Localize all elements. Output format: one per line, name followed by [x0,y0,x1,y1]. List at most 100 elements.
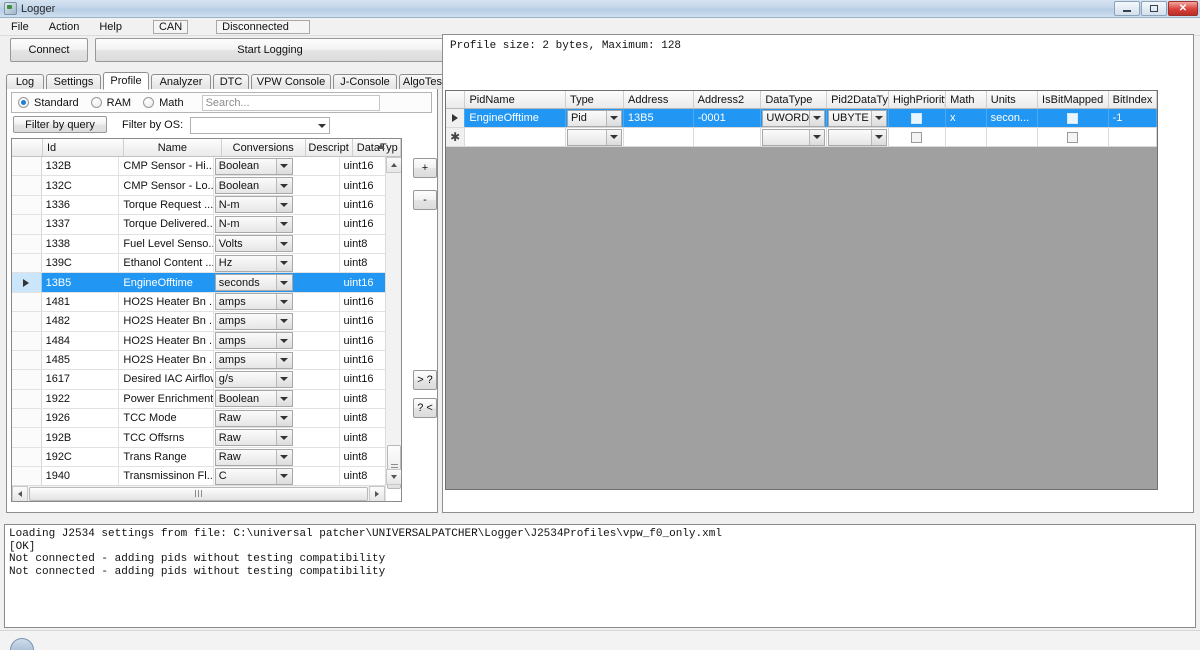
row-selector[interactable] [12,273,42,292]
conversion-combo[interactable]: Boolean [214,177,293,195]
conversion-combo[interactable]: amps [214,312,293,330]
tab-settings[interactable]: Settings [46,74,101,89]
conversion-combo[interactable]: Hz [214,254,293,272]
chevron-down-icon[interactable] [275,352,292,368]
pid-row[interactable]: 139C Ethanol Content ... Hz uint8 [12,253,386,274]
row-selector[interactable] [12,292,42,312]
row-selector[interactable] [12,176,42,195]
column-header-descript[interactable]: Descript [306,139,353,156]
tab-j-console[interactable]: J-Console [333,74,397,89]
pid-row[interactable]: 1617 Desired IAC Airflow g/s uint16 [12,370,386,390]
chevron-down-icon[interactable] [275,178,292,194]
profile-column-header-bitindex[interactable]: BitIndex [1109,91,1157,108]
tab-vpw-console[interactable]: VPW Console [251,74,331,89]
pid-row[interactable]: 192C Trans Range Raw uint8 [12,447,386,468]
profile-row[interactable]: EngineOfftime Pid 13B5 -0001 UWORD UBYTE x seco… [446,109,1157,128]
pid-row[interactable]: 1484 HO2S Heater Bn ... amps uint16 [12,331,386,351]
datatype-combo[interactable]: UWORD [762,109,826,127]
conversion-combo[interactable]: g/s [214,370,293,388]
conversion-combo[interactable]: Raw [214,448,293,466]
pid-row[interactable]: 1336 Torque Request ... N-m uint16 [12,195,386,216]
profile-row[interactable]: ✱ [446,128,1157,147]
hscroll-thumb[interactable] [29,486,368,501]
add-pid-button[interactable]: + [413,158,437,178]
row-selector[interactable] [12,428,42,447]
close-button[interactable]: ✕ [1168,1,1198,16]
profile-row-selector[interactable] [446,109,466,127]
conversion-combo[interactable]: amps [214,351,293,369]
row-selector[interactable] [12,409,42,428]
conversion-combo[interactable]: N-m [214,215,293,233]
chevron-down-icon[interactable] [275,391,292,407]
profile-column-header-math[interactable]: Math [946,91,987,108]
profile-row-selector[interactable]: ✱ [446,128,466,146]
pid-list-vscrollbar[interactable] [385,157,401,489]
column-header-id[interactable]: Id [43,139,124,156]
type-combo[interactable]: Pid [566,109,622,127]
conversion-combo[interactable]: Volts [214,235,293,253]
maximize-button[interactable] [1141,1,1167,16]
scroll-up-icon[interactable] [386,157,401,173]
chevron-down-icon[interactable] [275,371,292,387]
pid-row[interactable]: 1940 Transmissinon Fl... Cuint8 [12,467,386,487]
chevron-down-icon[interactable] [809,129,825,145]
pid2datatype-combo[interactable] [828,128,887,146]
scroll-down-icon[interactable] [386,469,401,485]
move-left-button[interactable]: ? < [413,398,437,418]
conversion-combo[interactable]: amps [214,332,293,350]
row-selector[interactable] [12,447,42,467]
profile-column-header-type[interactable]: Type [566,91,624,108]
profile-column-header-address2[interactable]: Address2 [694,91,762,108]
row-selector[interactable] [12,215,42,234]
tab-analyzer[interactable]: Analyzer [151,74,211,89]
profile-column-header-pid2datatyp[interactable]: Pid2DataTyp [827,91,889,108]
chevron-down-icon[interactable] [870,110,886,126]
chevron-down-icon[interactable] [275,216,292,232]
highpriority-checkbox[interactable] [911,131,923,143]
start-logging-button[interactable]: Start Logging [95,38,445,62]
tab-log[interactable]: Log [6,74,44,89]
chevron-down-icon[interactable] [275,294,292,310]
conversion-combo[interactable]: seconds [214,274,293,292]
move-right-button[interactable]: > ? [413,370,437,390]
chevron-down-icon[interactable] [275,197,292,213]
chevron-down-icon[interactable] [275,313,292,329]
pid-row[interactable]: 1481 HO2S Heater Bn ... amps uint16 [12,292,386,313]
profile-column-header-highpriority[interactable]: HighPriority [889,91,947,108]
column-header-conversions[interactable]: Conversions [222,139,306,156]
chevron-down-icon[interactable] [809,110,825,126]
row-selector[interactable] [12,253,42,273]
pid-row[interactable]: 1485 HO2S Heater Bn ... amps uint16 [12,350,386,371]
row-selector[interactable] [12,234,42,253]
conversion-combo[interactable]: N-m [214,196,293,214]
conversion-combo[interactable]: Boolean [214,390,293,408]
column-header-name[interactable]: Name [124,139,222,156]
pid-row[interactable]: 1922 Power Enrichment Boolean uint8 [12,389,386,410]
menu-item-file[interactable]: File [8,20,32,34]
chevron-down-icon[interactable] [275,449,292,465]
tab-dtc[interactable]: DTC [213,74,249,89]
row-selector[interactable] [12,350,42,370]
radio-math[interactable] [143,97,155,108]
pid-row[interactable]: 1337 Torque Delivered... N-m uint16 [12,215,386,235]
chevron-down-icon[interactable] [275,333,292,349]
connect-button[interactable]: Connect [10,38,88,62]
minimize-button[interactable] [1114,1,1140,16]
chevron-down-icon[interactable] [275,275,292,291]
highpriority-checkbox[interactable] [911,112,923,124]
menu-item-help[interactable]: Help [96,20,125,34]
pid-row[interactable]: 13B5 EngineOfftime seconds uint16 [12,273,386,293]
pid-row[interactable]: 192B TCC Offsrns Raw uint8 [12,428,386,448]
isbitmapped-checkbox[interactable] [1067,112,1079,124]
conversion-combo[interactable]: Boolean [214,157,293,175]
row-selector[interactable] [12,467,42,486]
profile-column-header-units[interactable]: Units [987,91,1039,108]
row-selector[interactable] [12,312,42,331]
radio-ram[interactable] [90,97,102,108]
profile-column-header-datatype[interactable]: DataType [761,91,828,108]
pid-row[interactable]: 1338 Fuel Level Senso... Volts uint8 [12,234,386,254]
chevron-down-icon[interactable] [275,158,292,174]
chevron-down-icon[interactable] [275,410,292,426]
conversion-combo[interactable]: Raw [214,429,293,447]
chevron-down-icon[interactable] [605,129,621,145]
